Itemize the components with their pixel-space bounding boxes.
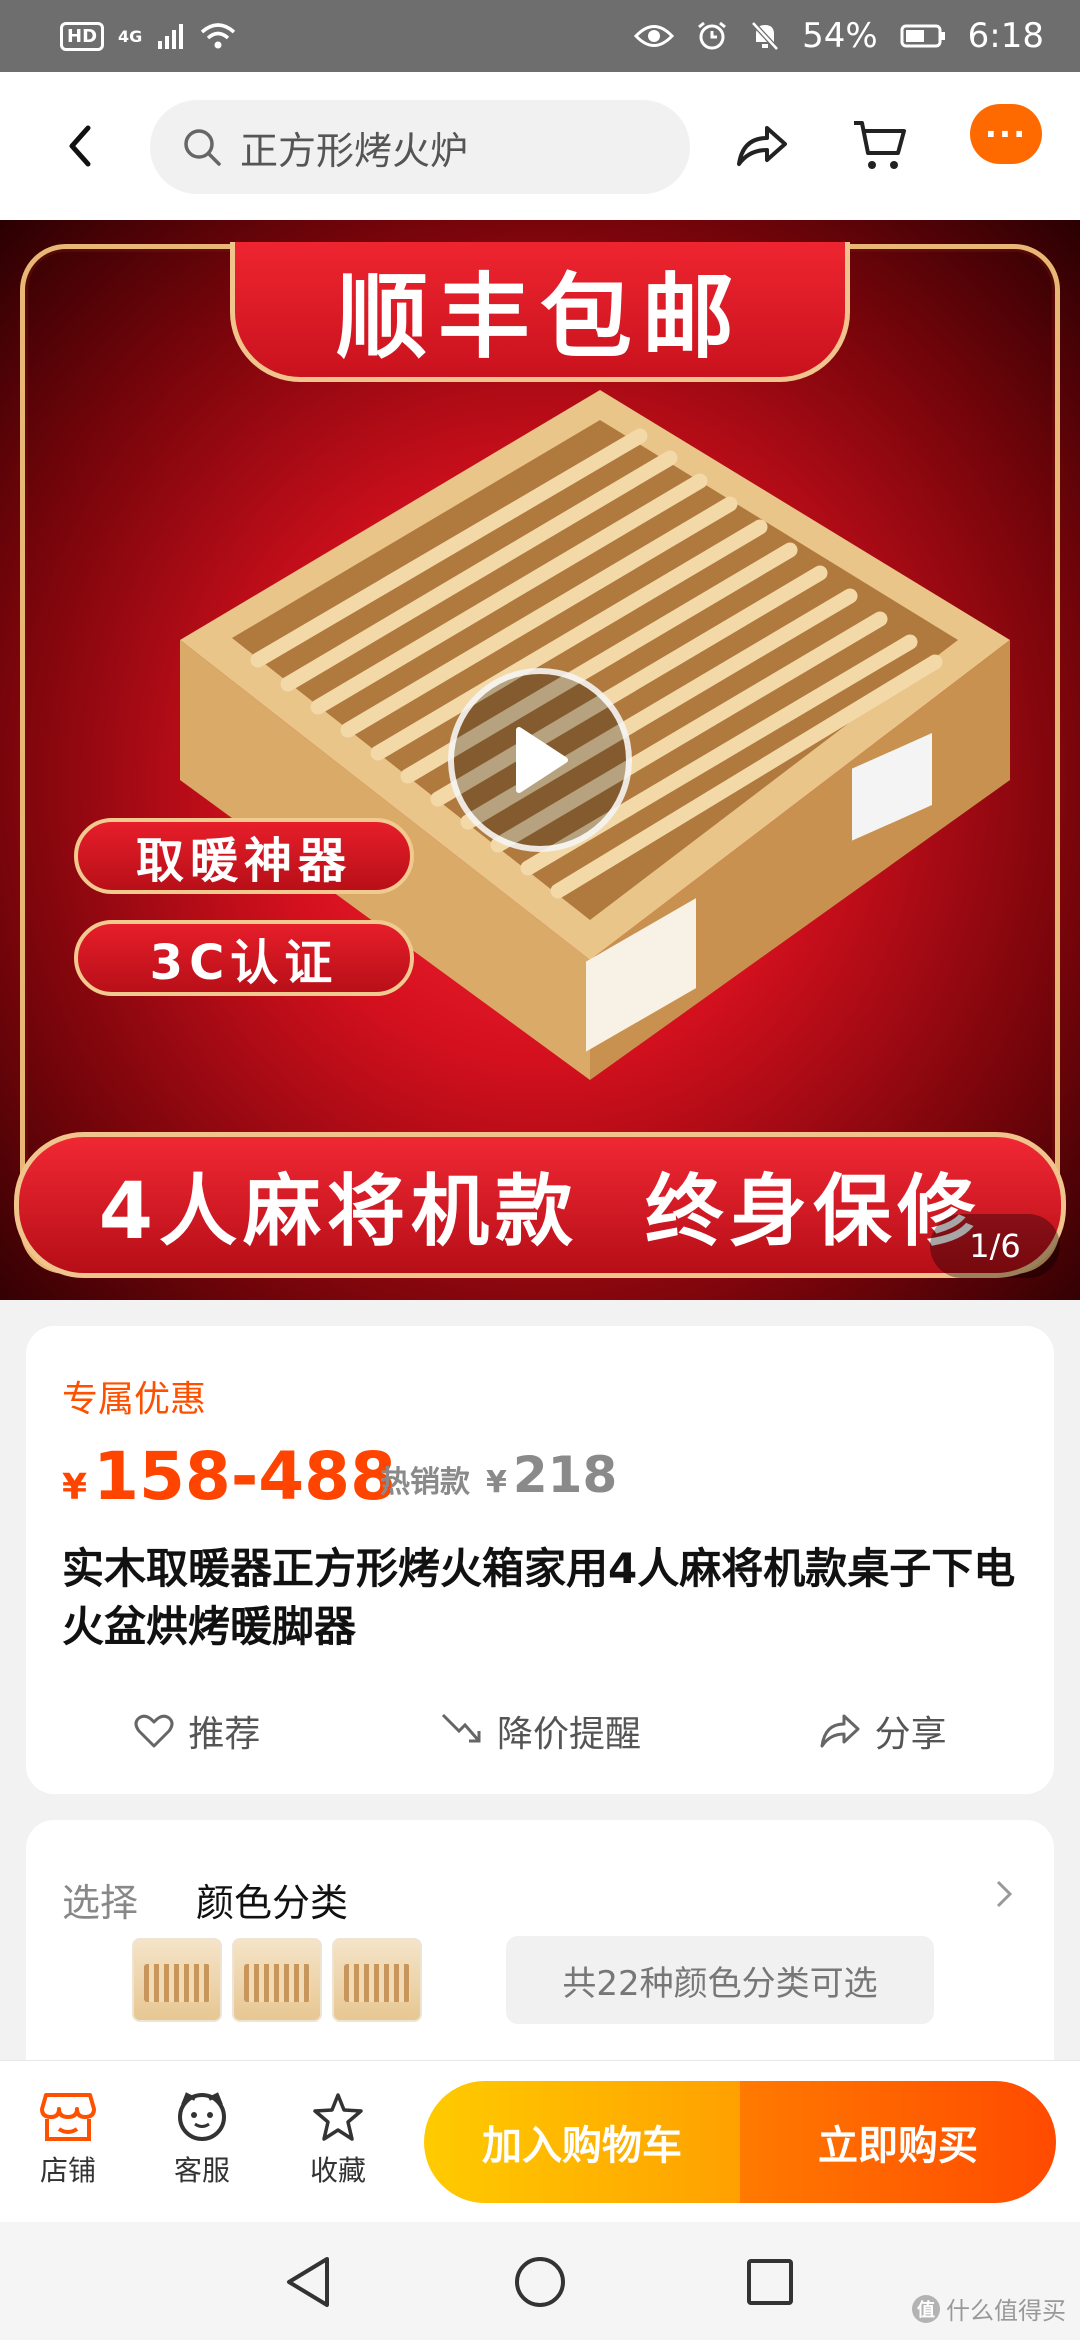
chevron-right-icon xyxy=(996,1880,1013,1908)
bottom-action-bar: 店铺 客服 收藏 加入购物车 立即购买 xyxy=(0,2060,1080,2222)
product-info-card: 专属优惠 ¥ 158-488 热销款 ¥ 218 实木取暖器正方形烤火箱家用4人… xyxy=(26,1326,1054,1794)
alarm-icon xyxy=(698,21,726,50)
shop-button[interactable]: 店铺 xyxy=(8,2091,128,2189)
watermark-logo: 值 xyxy=(912,2294,940,2323)
banner-headline: 顺丰包邮 xyxy=(230,242,850,382)
recommend-button[interactable]: 推荐 xyxy=(26,1696,369,1766)
image-pager: 1/6 xyxy=(930,1214,1060,1278)
sku-thumbnail[interactable] xyxy=(332,1938,422,2022)
triangle-back-icon xyxy=(287,2257,329,2307)
eye-icon xyxy=(634,25,675,47)
price-alert-button[interactable]: 降价提醒 xyxy=(369,1696,712,1766)
more-button[interactable]: ··· xyxy=(970,104,1042,164)
search-icon xyxy=(184,129,221,166)
top-nav: 正方形烤火炉 ··· xyxy=(0,72,1080,220)
select-label: 选择 xyxy=(62,1881,139,1925)
system-back-button[interactable] xyxy=(276,2250,340,2314)
product-actions: 推荐 降价提醒 分享 xyxy=(26,1696,1054,1766)
favorite-button[interactable]: 收藏 xyxy=(278,2091,398,2189)
product-banner[interactable]: 顺丰包邮 取暖神器 3C认证 4人麻将机款 终身保修 1/6 xyxy=(0,220,1080,1300)
search-query: 正方形烤火炉 xyxy=(240,128,469,173)
watermark: 值 什么值得买 xyxy=(912,2291,1066,2326)
sku-count: 共22种颜色分类可选 xyxy=(506,1936,934,2024)
hd-indicator: HD xyxy=(60,21,105,51)
back-arrow-icon xyxy=(69,125,91,167)
network-type: 4G xyxy=(118,26,143,46)
add-to-cart-button[interactable]: 加入购物车 xyxy=(424,2081,740,2203)
buy-now-button[interactable]: 立即购买 xyxy=(740,2081,1056,2203)
signal-icon xyxy=(158,24,184,49)
banner-badge-3c: 3C认证 xyxy=(74,920,414,996)
status-bar: HD 4G 54% 6:18 xyxy=(0,0,1080,72)
share-button[interactable] xyxy=(722,106,802,186)
price-range: ¥ 158-488 xyxy=(62,1438,396,1515)
more-label: ··· xyxy=(984,115,1028,153)
system-recents-button[interactable] xyxy=(738,2250,802,2314)
square-recents-icon xyxy=(747,2259,793,2305)
share-product-button[interactable]: 分享 xyxy=(711,1696,1054,1766)
purchase-buttons: 加入购物车 立即购买 xyxy=(424,2081,1056,2203)
banner-badge-warm: 取暖神器 xyxy=(74,818,414,894)
system-nav-bar: 值 什么值得买 xyxy=(0,2222,1080,2340)
clock: 6:18 xyxy=(967,16,1044,56)
customer-service-button[interactable]: 客服 xyxy=(142,2091,262,2189)
watermark-text: 什么值得买 xyxy=(946,2297,1066,2325)
customer-service-icon xyxy=(178,2092,226,2141)
share-icon xyxy=(820,1714,860,1748)
price-drop-icon xyxy=(441,1713,481,1743)
star-icon xyxy=(313,2093,363,2141)
promo-label: 专属优惠 xyxy=(62,1379,207,1420)
wifi-icon xyxy=(201,23,236,49)
hot-price: 热销款 ¥ 218 xyxy=(380,1446,618,1504)
play-icon xyxy=(516,727,568,793)
sku-category-title: 颜色分类 xyxy=(196,1881,349,1925)
battery-percent: 54% xyxy=(802,16,878,56)
banner-bottom-ribbon: 4人麻将机款 终身保修 xyxy=(14,1132,1066,1278)
video-play-button[interactable] xyxy=(448,668,632,852)
shop-icon xyxy=(40,2093,96,2141)
battery-icon xyxy=(900,24,945,48)
product-title: 实木取暖器正方形烤火箱家用4人麻将机款桌子下电火盆烘烤暖脚器 xyxy=(62,1544,1016,1651)
cart-button[interactable] xyxy=(840,106,920,186)
search-input[interactable]: 正方形烤火炉 xyxy=(150,100,690,194)
share-icon xyxy=(737,126,787,166)
sku-thumbnail[interactable] xyxy=(232,1938,322,2022)
system-home-button[interactable] xyxy=(508,2250,572,2314)
heart-icon xyxy=(134,1714,174,1748)
mute-icon xyxy=(751,21,779,51)
cart-icon xyxy=(854,121,906,169)
sku-thumbnail[interactable] xyxy=(132,1938,222,2022)
back-button[interactable] xyxy=(40,106,120,186)
circle-home-icon xyxy=(515,2257,565,2307)
